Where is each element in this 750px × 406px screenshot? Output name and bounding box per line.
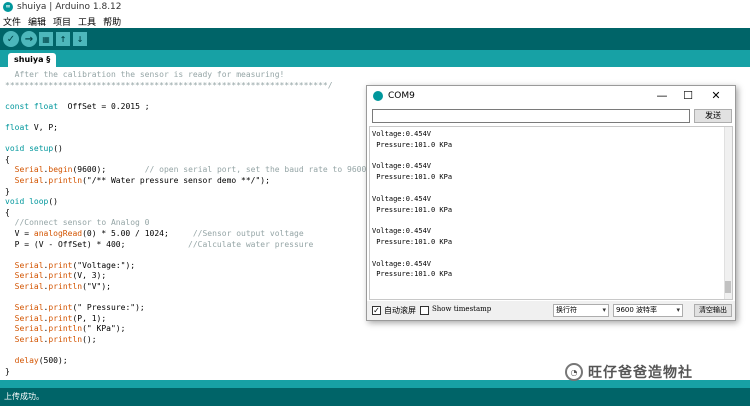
code-line: void setup(): [5, 144, 63, 154]
autoscroll-checkbox[interactable]: ✓: [372, 306, 381, 315]
timestamp-checkbox[interactable]: [420, 306, 429, 315]
code-line: {: [5, 154, 10, 164]
clear-output-button[interactable]: 清空输出: [694, 304, 732, 317]
serial-monitor-window: COM9 — ☐ ✕ 发送 Pressure:101.0 KPa Voltage:…: [366, 85, 736, 321]
code-line: Serial.println("V");: [14, 282, 111, 291]
send-button[interactable]: 发送: [694, 109, 732, 123]
code-line: const float OffSet = 0.2015 ;: [5, 101, 150, 111]
serial-output-line: Voltage:0.454V: [372, 130, 432, 138]
menu-tools[interactable]: 工具: [78, 15, 96, 28]
code-line: Serial.println();: [14, 335, 97, 344]
serial-output-line: Pressure:101.0 KPa: [372, 205, 453, 214]
serial-output-line: Voltage:0.454V: [372, 259, 432, 268]
code-line: Serial.println(" KPa");: [14, 324, 126, 334]
open-sketch-button[interactable]: ↑: [56, 32, 70, 46]
autoscroll-label: 自动滚屏: [384, 306, 416, 315]
code-line: Serial.print(" Pressure:");: [14, 303, 145, 313]
watermark: ◔ 旺仔爸爸造物社: [565, 362, 693, 382]
code-line: //Connect sensor to Analog 0: [14, 218, 150, 228]
menu-file[interactable]: 文件: [3, 15, 21, 28]
serial-send-input[interactable]: [372, 109, 690, 123]
code-line: }: [5, 186, 10, 196]
tab-shuiya[interactable]: shuiya §: [8, 53, 57, 67]
serial-output-line: Voltage:0.454V: [372, 227, 432, 236]
chevron-down-icon: ▾: [676, 306, 680, 314]
code-line: }: [5, 366, 10, 376]
serial-output-line: Pressure:101.0 KPa: [372, 270, 453, 279]
menu-sketch[interactable]: 项目: [53, 15, 71, 28]
code-line: {: [5, 207, 10, 217]
verify-button[interactable]: ✓: [3, 31, 19, 47]
arduino-logo-icon: [373, 91, 383, 101]
code-line: V = analogRead(0) * 5.00 / 1024; //Senso…: [5, 229, 304, 238]
serial-output-line: Voltage:0.454V: [372, 194, 432, 203]
arrow-down-icon: ↓: [76, 34, 84, 44]
serial-output-scrollbar[interactable]: [724, 127, 732, 299]
new-sketch-button[interactable]: ▦: [39, 32, 53, 46]
title-bar: ∞ shuiya | Arduino 1.8.12: [0, 0, 750, 14]
scrollbar-thumb[interactable]: [725, 281, 731, 293]
tab-strip: shuiya §: [0, 50, 750, 67]
serial-output-line: Pressure:101.0 KPa: [372, 140, 453, 149]
chevron-down-icon: ▾: [602, 306, 606, 314]
upload-button[interactable]: →: [21, 31, 37, 47]
code-line: ****************************************…: [5, 80, 333, 90]
line-ending-select[interactable]: 换行符 ▾: [553, 304, 609, 317]
maximize-button[interactable]: ☐: [681, 89, 695, 103]
arduino-logo-icon: ∞: [3, 2, 13, 12]
arrow-right-icon: →: [24, 33, 34, 45]
baud-rate-select[interactable]: 9600 波特率 ▾: [613, 304, 683, 317]
code-line: Serial.println("/** Water pressure senso…: [14, 176, 270, 185]
wechat-icon: ◔: [565, 363, 583, 381]
code-line: delay(500);: [14, 356, 68, 366]
menu-help[interactable]: 帮助: [103, 15, 121, 28]
baud-rate-value: 9600 波特率: [616, 306, 658, 314]
code-line: Serial.print(P, 1);: [14, 313, 107, 323]
console-status: 上传成功。: [4, 392, 44, 401]
code-line: P = (V - OffSet) * 400; //Calculate wate…: [5, 239, 314, 249]
serial-output: Pressure:101.0 KPa Voltage:0.454V Pressur…: [369, 126, 733, 300]
console-panel: 上传成功。: [0, 388, 750, 406]
code-line: Serial.begin(9600); // open serial port,…: [14, 165, 386, 175]
serial-monitor-titlebar[interactable]: COM9 — ☐ ✕: [367, 86, 735, 106]
serial-output-line: Pressure:101.0 KPa: [372, 173, 453, 182]
code-line: Serial.print(V, 3);: [14, 271, 107, 281]
line-ending-value: 换行符: [556, 306, 577, 314]
menu-edit[interactable]: 编辑: [28, 15, 46, 28]
minimize-button[interactable]: —: [655, 89, 669, 103]
code-line: void loop(): [5, 197, 58, 207]
serial-output-line: Voltage:0.454V: [372, 162, 432, 171]
serial-bottom-bar: ✓ 自动滚屏 Show timestamp 换行符 ▾ 9600 波特率 ▾ 清…: [367, 301, 735, 320]
close-button[interactable]: ✕: [709, 89, 723, 103]
window-title: shuiya | Arduino 1.8.12: [17, 2, 122, 12]
timestamp-label: Show timestamp: [432, 305, 492, 313]
code-line: float V, P;: [5, 123, 58, 132]
menu-bar: 文件 编辑 项目 工具 帮助: [0, 14, 750, 28]
code-line: After the calibration the sensor is read…: [5, 70, 285, 79]
check-icon: ✓: [6, 33, 16, 45]
save-sketch-button[interactable]: ↓: [73, 32, 87, 46]
watermark-text: 旺仔爸爸造物社: [588, 365, 693, 381]
toolbar: ✓ → ▦ ↑ ↓: [0, 28, 750, 50]
code-line: Serial.print("Voltage:");: [14, 260, 136, 270]
new-file-icon: ▦: [42, 34, 50, 44]
serial-output-line: Pressure:101.0 KPa: [372, 238, 453, 246]
serial-monitor-title: COM9: [388, 91, 415, 101]
arrow-up-icon: ↑: [59, 34, 67, 44]
